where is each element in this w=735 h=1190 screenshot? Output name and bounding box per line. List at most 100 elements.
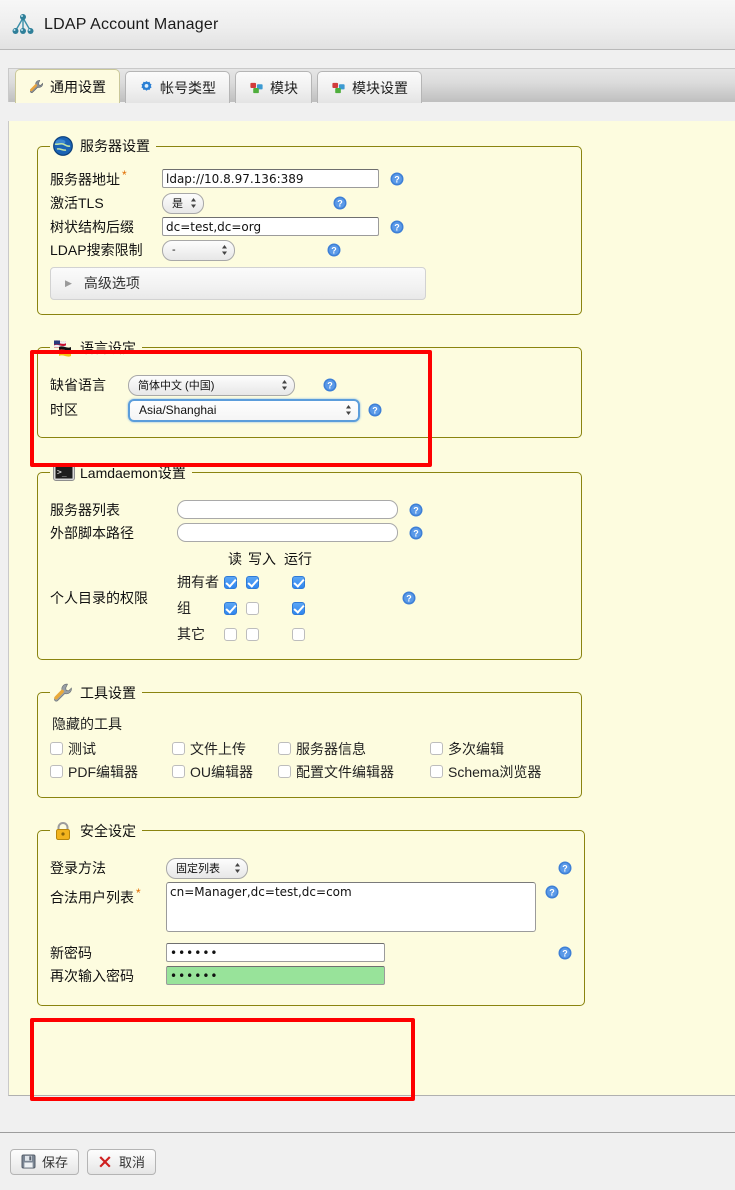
svg-text:?: ? — [562, 948, 568, 958]
tool-config-editor[interactable]: 配置文件编辑器 — [278, 762, 430, 782]
default-language-select[interactable]: 简体中文 (中国) — [128, 374, 295, 396]
svg-text:?: ? — [413, 505, 419, 515]
row-login-method: 登录方法 固定列表 ? — [50, 857, 572, 879]
new-password-label: 新密码 — [50, 944, 92, 961]
tool-schema-browser[interactable]: Schema浏览器 — [430, 762, 541, 782]
perm-owner-execute-checkbox[interactable] — [291, 576, 305, 590]
blocks-icon — [331, 80, 346, 95]
tool-file-upload[interactable]: 文件上传 — [172, 739, 278, 759]
tool-multi-edit[interactable]: 多次编辑 — [430, 739, 504, 759]
valid-users-label: 合法用户列表 * — [50, 885, 141, 906]
permissions-row-label: 其它 — [177, 625, 205, 642]
tree-suffix-input[interactable] — [162, 217, 379, 237]
help-icon[interactable]: ? — [545, 885, 559, 899]
perm-group-execute-checkbox[interactable] — [291, 602, 305, 616]
perm-others-write-checkbox[interactable] — [246, 628, 259, 642]
tool-config-editor-checkbox[interactable] — [278, 765, 291, 779]
tool-test-checkbox[interactable] — [50, 742, 63, 756]
svg-text:?: ? — [406, 593, 412, 603]
help-icon[interactable]: ? — [390, 220, 404, 234]
tool-ou-editor[interactable]: OU编辑器 — [172, 762, 278, 782]
timezone-select[interactable]: Asia/Shanghai — [128, 398, 360, 422]
tab-modules[interactable]: 模块 — [235, 71, 312, 103]
lamdaemon-settings-legend: >_ Lamdaemon设置 — [50, 462, 192, 484]
tool-pdf-editor[interactable]: PDF编辑器 — [50, 762, 172, 782]
legend-label: Lamdaemon设置 — [80, 464, 186, 481]
tool-server-info[interactable]: 服务器信息 — [278, 739, 430, 759]
server-address-input[interactable] — [162, 169, 379, 189]
tab-label: 帐号类型 — [160, 79, 216, 96]
tool-pdf-editor-checkbox[interactable] — [50, 765, 63, 779]
red-x-icon — [98, 1154, 113, 1169]
server-address-label: 服务器地址 * — [50, 168, 127, 188]
perm-others-read-checkbox[interactable] — [224, 628, 237, 642]
help-icon[interactable]: ? — [558, 946, 572, 960]
tool-file-upload-checkbox[interactable] — [172, 742, 185, 756]
row-search-limit: LDAP搜索限制 - ? — [50, 239, 569, 261]
tab-account-types[interactable]: 帐号类型 — [125, 71, 230, 103]
help-icon[interactable]: ? — [368, 403, 382, 417]
required-marker: * — [136, 885, 141, 900]
security-settings-fieldset: 安全设定 登录方法 固定列表 ? 合法用户列表* ? 新密码 — [37, 819, 585, 1006]
tool-test[interactable]: 测试 — [50, 739, 172, 759]
language-settings-fieldset: 语言设定 缺省语言 简体中文 (中国) ? 时区 Asia/Shanghai ? — [37, 336, 582, 438]
tool-label: Schema浏览器 — [448, 763, 542, 780]
select-value: Asia/Shanghai — [139, 403, 217, 418]
help-icon[interactable]: ? — [390, 172, 404, 186]
tab-module-settings[interactable]: 模块设置 — [317, 71, 422, 103]
permissions-row-label: 拥有者 — [177, 573, 219, 590]
advanced-options-toggle[interactable]: ▶ 高级选项 — [50, 266, 426, 300]
tab-general-settings[interactable]: 通用设置 — [15, 69, 120, 103]
row-activate-tls: 激活TLS 是 ? — [50, 192, 569, 214]
tree-suffix-label: 树状结构后缀 — [50, 218, 134, 235]
perm-others-execute-checkbox[interactable] — [291, 628, 305, 642]
permissions-row-group: 组 — [177, 595, 318, 621]
tab-label: 通用设置 — [50, 78, 106, 95]
help-icon[interactable]: ? — [409, 503, 423, 517]
svg-text:?: ? — [327, 380, 333, 390]
tab-bar-wrapper: 通用设置 帐号类型 模块 模块设置 — [0, 50, 735, 103]
permissions-row-owner: 拥有者 — [177, 569, 318, 595]
tab-label: 模块设置 — [352, 79, 408, 96]
help-icon[interactable]: ? — [333, 196, 347, 210]
row-timezone: 时区 Asia/Shanghai ? — [50, 398, 569, 422]
tools-row-2: PDF编辑器 OU编辑器 配置文件编辑器 Schema浏览器 — [50, 762, 569, 782]
search-limit-select[interactable]: - — [162, 239, 235, 261]
server-list-input[interactable] — [177, 500, 398, 520]
tool-label: 测试 — [68, 740, 96, 757]
row-default-language: 缺省语言 简体中文 (中国) ? — [50, 374, 569, 396]
login-method-select[interactable]: 固定列表 — [166, 857, 248, 879]
svg-text:>_: >_ — [57, 467, 67, 476]
perm-group-write-checkbox[interactable] — [246, 602, 259, 616]
help-icon[interactable]: ? — [558, 861, 572, 875]
tool-server-info-checkbox[interactable] — [278, 742, 291, 756]
chevron-updown-icon — [234, 862, 241, 875]
permissions-header: 读 写入 运行 — [224, 549, 318, 569]
activate-tls-select[interactable]: 是 — [162, 192, 204, 214]
help-icon[interactable]: ? — [402, 591, 416, 605]
tool-ou-editor-checkbox[interactable] — [172, 765, 185, 779]
lamdaemon-settings-fieldset: >_ Lamdaemon设置 服务器列表 ? 外部脚本路径 ? 个人目录的权限 … — [37, 461, 582, 660]
advanced-options-label: 高级选项 — [83, 275, 140, 292]
row-server-list: 服务器列表 ? — [50, 500, 569, 520]
row-repeat-password: 再次输入密码 — [50, 966, 572, 986]
help-icon[interactable]: ? — [323, 378, 337, 392]
cancel-button[interactable]: 取消 — [87, 1148, 157, 1175]
new-password-input[interactable] — [166, 943, 385, 963]
help-icon[interactable]: ? — [327, 243, 341, 257]
help-icon[interactable]: ? — [409, 526, 423, 540]
perm-owner-write-checkbox[interactable] — [246, 576, 259, 590]
tool-schema-browser-checkbox[interactable] — [430, 765, 443, 779]
perm-group-read-checkbox[interactable] — [224, 602, 237, 616]
perm-owner-read-checkbox[interactable] — [224, 576, 237, 590]
script-path-input[interactable] — [177, 523, 398, 543]
save-button[interactable]: 保存 — [10, 1148, 80, 1175]
terminal-icon: >_ — [52, 462, 75, 484]
hidden-tools-label: 隐藏的工具 — [52, 715, 122, 732]
default-language-label: 缺省语言 — [50, 377, 106, 394]
repeat-password-input[interactable] — [166, 966, 385, 986]
required-marker: * — [122, 168, 127, 182]
tool-multi-edit-checkbox[interactable] — [430, 742, 443, 756]
valid-users-textarea[interactable] — [166, 881, 536, 932]
settings-panel: 服务器设置 服务器地址* ? 激活TLS 是 ? 树状结构后缀 — [8, 121, 735, 1096]
